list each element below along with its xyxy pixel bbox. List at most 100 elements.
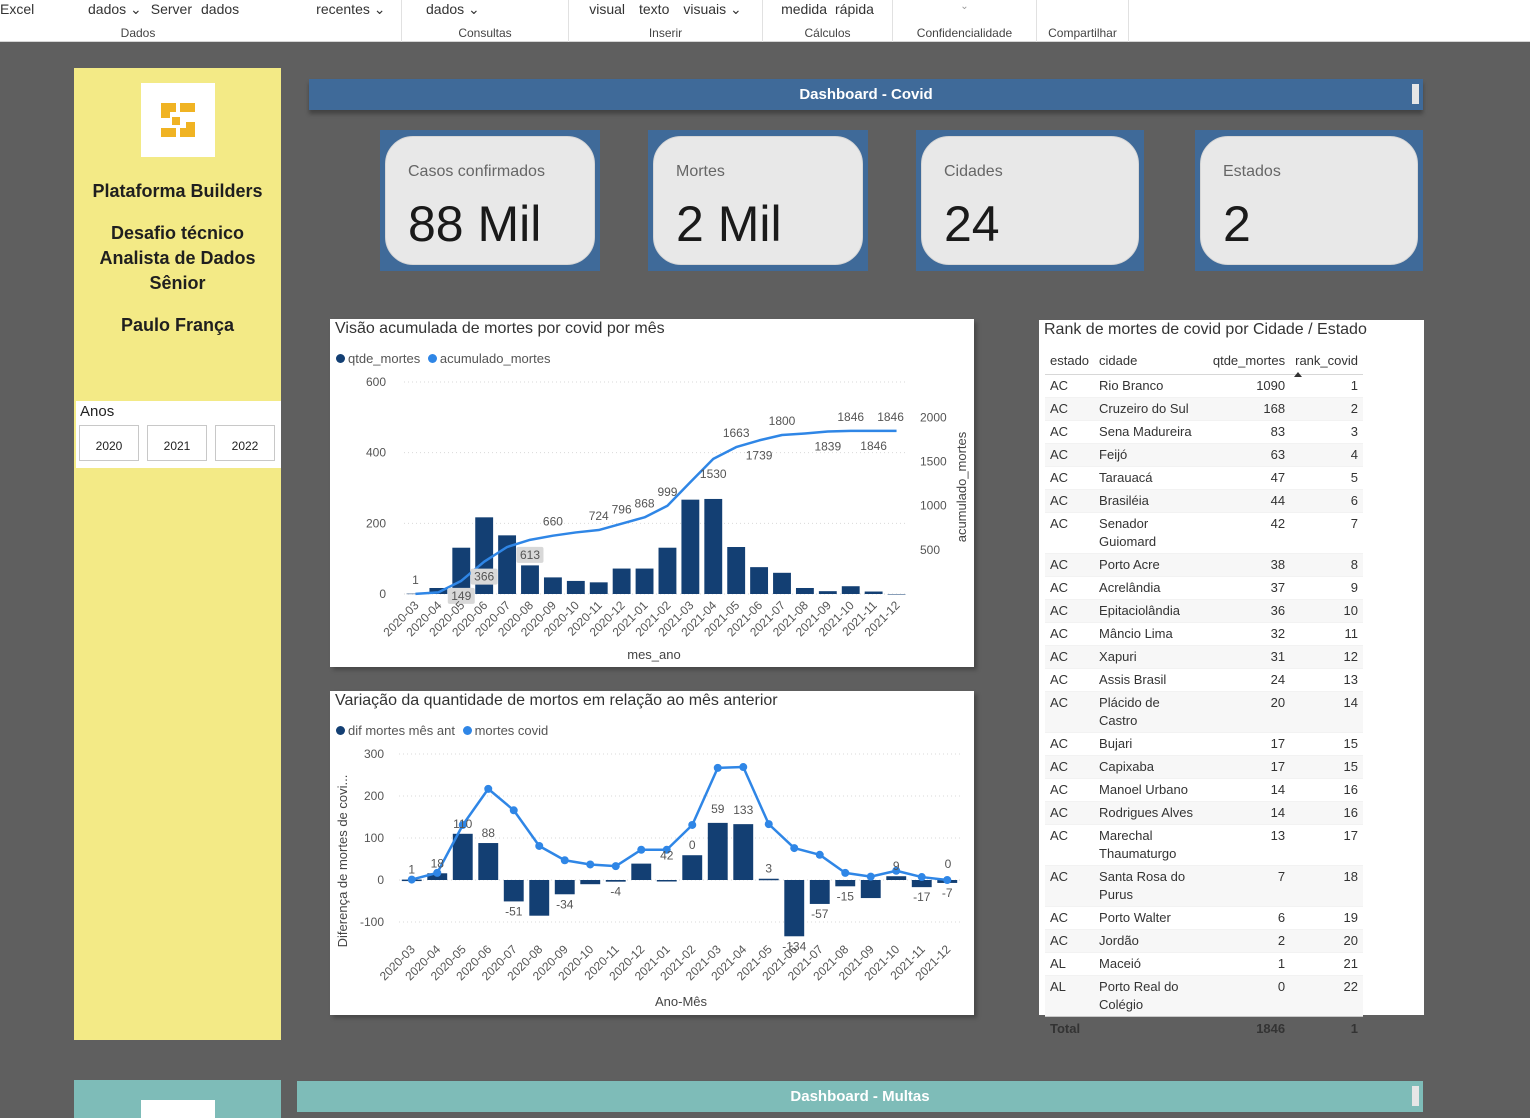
company-logo [141, 83, 215, 157]
cell-estado: AC [1045, 801, 1095, 824]
bar [727, 547, 746, 594]
header-scrollbar[interactable] [1412, 84, 1419, 104]
bar [733, 824, 754, 880]
y2-tick-label: 1500 [920, 455, 947, 469]
bar [605, 880, 626, 882]
table-row[interactable]: AC Bujari 17 15 [1045, 732, 1363, 755]
ribbon-item-visual[interactable]: visual [589, 1, 625, 18]
data-label: 18 [431, 856, 445, 870]
column-header-rank-covid[interactable]: rank_covid [1290, 348, 1363, 377]
ribbon-item-dados-transform[interactable]: dados ⌄ [426, 1, 480, 18]
table-row[interactable]: AC Brasiléia 44 6 [1045, 489, 1363, 512]
cell-cidade: Cruzeiro do Sul [1094, 397, 1207, 420]
y-tick-label: 200 [364, 789, 384, 803]
cell-estado: AC [1045, 865, 1095, 906]
y-tick-label: 300 [364, 747, 384, 761]
column-header-estado[interactable]: estado [1045, 348, 1094, 374]
table-row[interactable]: AC Tarauacá 47 5 [1045, 466, 1363, 489]
cell-qtde-mortes: 83 [1206, 420, 1291, 443]
cell-estado: AC [1045, 824, 1095, 865]
footer-scrollbar[interactable] [1412, 1086, 1419, 1106]
cell-qtde-mortes: 17 [1206, 732, 1291, 755]
column-header-qtde-mortes[interactable]: qtde_mortes [1206, 348, 1290, 374]
bar [503, 880, 524, 902]
cell-estado: AC [1045, 778, 1095, 801]
ribbon-item-server[interactable]: Server [151, 1, 192, 18]
cell-cidade: Senador Guiomard [1094, 512, 1207, 553]
y-tick-label: -100 [360, 915, 384, 929]
year-button-2021[interactable]: 2021 [147, 425, 207, 461]
cell-cidade: Sena Madureira [1094, 420, 1207, 443]
cell-cidade: Mâncio Lima [1094, 622, 1207, 645]
cell-cidade: Tarauacá [1094, 466, 1207, 489]
ribbon-item-medida[interactable]: medida [781, 1, 827, 17]
table-row[interactable]: AC Assis Brasil 24 13 [1045, 668, 1363, 691]
table-row[interactable]: AC Porto Acre 38 8 [1045, 553, 1363, 576]
table-row[interactable]: AC Sena Madureira 83 3 [1045, 420, 1363, 443]
chart-monthly-variation[interactable]: Variação da quantidade de mortos em rela… [330, 691, 974, 1015]
table-row[interactable]: AC Capixaba 17 15 [1045, 755, 1363, 778]
column-header-cidade[interactable]: cidade [1094, 348, 1206, 374]
total-label: Total [1045, 1015, 1095, 1040]
kpi-label: Cidades [944, 163, 1003, 180]
dashboard-multas-header: Dashboard - Multas [297, 1081, 1423, 1112]
cell-estado: AC [1045, 374, 1095, 397]
ribbon-group-consultas: dados ⌄ Consultas [402, 0, 569, 42]
ribbon-item-visuais[interactable]: visuais ⌄ [683, 1, 741, 18]
years-slicer-title: Anos [80, 403, 115, 420]
table-row[interactable]: AC Marechal Thaumaturgo 13 17 [1045, 824, 1363, 865]
data-label: -57 [811, 907, 829, 921]
table-row[interactable]: AC Mâncio Lima 32 11 [1045, 622, 1363, 645]
ribbon-item-texto[interactable]: texto [639, 1, 669, 18]
ribbon-item-dados-dropdown[interactable]: dados ⌄ [88, 1, 142, 18]
year-button-2022[interactable]: 2022 [215, 425, 275, 461]
kpi-card-estados: Estados 2 [1195, 130, 1423, 271]
ribbon-item-recentes[interactable]: recentes ⌄ [316, 1, 385, 18]
chart-plot: qtde_mortes acumulado_mortes mes_ano 020… [366, 375, 969, 662]
subtitle-line-3: Sênior [149, 273, 206, 293]
table-row[interactable]: AL Porto Real do Colégio 0 22 [1045, 975, 1363, 1016]
cell-estado: AC [1045, 466, 1095, 489]
table-row[interactable]: AL Maceió 1 21 [1045, 952, 1363, 975]
ribbon-group-compartilhar[interactable]: Compartilhar [1037, 0, 1129, 42]
table-row[interactable]: AC Acrelândia 37 9 [1045, 576, 1363, 599]
table-row[interactable]: AC Porto Walter 6 19 [1045, 906, 1363, 929]
series-point [943, 876, 952, 884]
data-label: -51 [505, 904, 523, 918]
table-row[interactable]: AC Senador Guiomard 42 7 [1045, 512, 1363, 553]
bar [566, 580, 585, 594]
table-row[interactable]: AC Xapuri 31 12 [1045, 645, 1363, 668]
sort-ascending-icon [1294, 371, 1303, 377]
cell-estado: AC [1045, 906, 1095, 929]
cell-qtde-mortes: 14 [1206, 778, 1291, 801]
ribbon-item-excel[interactable]: Excel [0, 1, 34, 17]
ribbon-group-confidencialidade: ⌄ Confidencialidade [893, 0, 1037, 42]
table-row[interactable]: AC Feijó 63 4 [1045, 443, 1363, 466]
table-row[interactable]: AC Cruzeiro do Sul 168 2 [1045, 397, 1363, 420]
table-row[interactable]: AC Manoel Urbano 14 16 [1045, 778, 1363, 801]
bar [911, 880, 932, 888]
rank-table[interactable]: estado cidade qtde_mortes rank_covid AC R… [1045, 348, 1363, 1040]
data-label: 1739 [746, 448, 773, 462]
data-label: 1846 [860, 439, 887, 453]
table-row[interactable]: AC Rodrigues Alves 14 16 [1045, 801, 1363, 824]
chart-accumulated-deaths[interactable]: Visão acumulada de mortes por covid por … [330, 319, 974, 667]
table-row[interactable]: AC Epitaciolândia 36 10 [1045, 599, 1363, 622]
series-point [586, 860, 595, 869]
ribbon-item-rapida[interactable]: rápida [835, 1, 874, 17]
ribbon-item-dados[interactable]: dados [201, 1, 239, 18]
cell-rank: 17 [1290, 824, 1363, 865]
year-button-2020[interactable]: 2020 [79, 425, 139, 461]
cell-cidade: Feijó [1094, 443, 1207, 466]
table-row[interactable]: AC Plácido de Castro 20 14 [1045, 691, 1363, 732]
table-row[interactable]: AC Santa Rosa do Purus 7 18 [1045, 865, 1363, 906]
chevron-down-icon[interactable]: ⌄ [960, 1, 968, 12]
ribbon-group-label-calculos: Cálculos [804, 26, 851, 40]
cell-cidade: Marechal Thaumaturgo [1094, 824, 1207, 865]
ribbon-group-excel[interactable]: Excel [0, 0, 36, 42]
total-mortes: 1846 [1206, 1015, 1291, 1040]
table-row[interactable]: AC Jordão 2 20 [1045, 929, 1363, 952]
series-point [560, 856, 569, 865]
cell-qtde-mortes: 2 [1206, 929, 1291, 952]
table-row[interactable]: AC Rio Branco 1090 1 [1045, 374, 1363, 397]
